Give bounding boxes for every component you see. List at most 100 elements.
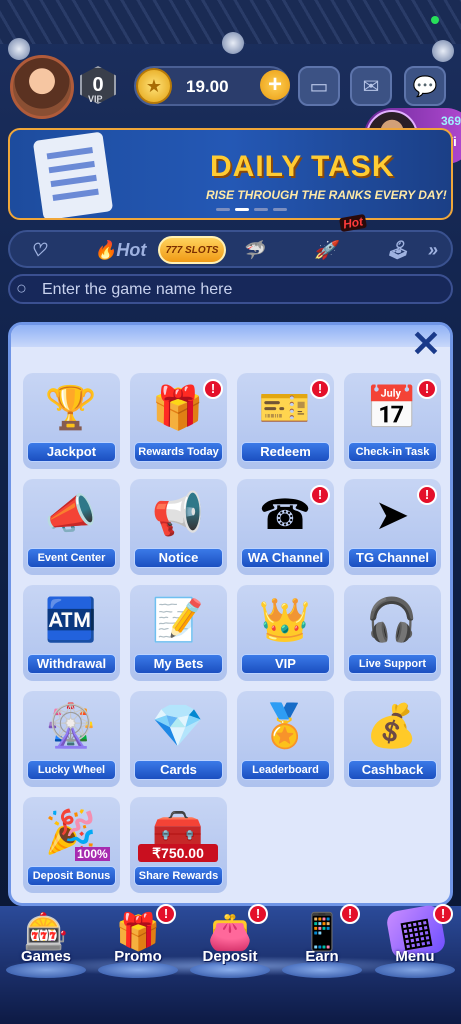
menu-tile-label: My Bets xyxy=(134,654,223,674)
menu-tile-check-in-task[interactable]: 📅 Check-in Task! xyxy=(344,373,441,469)
lucky-wheel-icon: 🎡 xyxy=(44,701,98,749)
menu-tile-label: Live Support xyxy=(348,654,437,674)
nav-earn[interactable]: 📱 Earn! xyxy=(276,904,368,984)
balance-pill: ★ 19.00 + xyxy=(134,66,290,106)
menu-tile-label: Redeem xyxy=(241,442,330,462)
ticket-icon: 🎫 xyxy=(258,383,312,431)
spotlight-icon xyxy=(8,38,30,60)
double-chevron-right-icon: » xyxy=(428,239,439,260)
search-icon: ○ xyxy=(16,278,27,298)
menu-tile-jackpot[interactable]: 🏆 Jackpot xyxy=(23,373,120,469)
menu-tile-label: WA Channel xyxy=(241,548,330,568)
menu-tile-label: Check-in Task xyxy=(348,442,437,462)
notification-badge: ! xyxy=(203,379,223,399)
bonus-percent: 100% xyxy=(75,847,110,861)
carousel-dot[interactable] xyxy=(254,208,268,211)
nav-label: Earn xyxy=(305,948,339,965)
wallet-button[interactable]: ▭ xyxy=(298,66,340,106)
calendar-check-icon: 📅 xyxy=(365,383,419,431)
cashback-icon: 💰 xyxy=(365,701,419,749)
podium-crown-icon: 🏅 xyxy=(258,701,312,749)
modal-header xyxy=(11,325,450,347)
tab-sports[interactable]: 🕹 xyxy=(386,236,409,264)
notice-megaphone-icon: 📢 xyxy=(151,489,205,537)
nav-label: Deposit xyxy=(202,948,258,965)
notification-badge: ! xyxy=(310,379,330,399)
notification-badge: ! xyxy=(310,485,330,505)
atm-icon: 🏧 xyxy=(44,595,98,643)
support-agent-icon: 🎧 xyxy=(365,595,419,643)
notification-badge: ! xyxy=(433,904,453,924)
menu-tile-wa-channel[interactable]: ☎ WA Channel! xyxy=(237,479,334,575)
daily-task-banner[interactable]: DAILY TASK RISE THROUGH THE RANKS EVERY … xyxy=(8,128,453,220)
chat-button[interactable]: 💬 xyxy=(404,66,446,106)
carousel-dot[interactable] xyxy=(273,208,287,211)
winner-amount: 369 xyxy=(441,114,461,128)
mail-button[interactable]: ✉ xyxy=(350,66,392,106)
menu-tile-label: VIP xyxy=(241,654,330,674)
menu-tile-event-center[interactable]: 📣 Event Center xyxy=(23,479,120,575)
category-tabs: ♡ 🔥 Hot 777 SLOTS 🦈 🚀 🕹 » xyxy=(8,230,453,268)
checklist-icon xyxy=(32,131,114,218)
flame-icon: 🔥 xyxy=(94,239,117,260)
menu-tile-my-bets[interactable]: 📝 My Bets xyxy=(130,585,227,681)
diamond-card-icon: 💎 xyxy=(151,701,205,749)
nav-label: Promo xyxy=(114,948,162,965)
status-dot xyxy=(431,16,439,24)
wallet-icon: ▭ xyxy=(309,75,329,98)
menu-tile-redeem[interactable]: 🎫 Redeem! xyxy=(237,373,334,469)
menu-tile-label: Event Center xyxy=(27,548,116,568)
menu-tile-tg-channel[interactable]: ➤ TG Channel! xyxy=(344,479,441,575)
megaphone-icon: 📣 xyxy=(44,489,98,537)
menu-tile-cashback[interactable]: 💰 Cashback xyxy=(344,691,441,787)
menu-modal: ✕ 🏆 Jackpot 🎁 Rewards Today! 🎫 Redeem! 📅 Check-… xyxy=(8,322,453,906)
nav-promo[interactable]: 🎁 Promo! xyxy=(92,904,184,984)
menu-tile-withdrawal[interactable]: 🏧 Withdrawal xyxy=(23,585,120,681)
spotlight-icon xyxy=(432,40,454,62)
nav-deposit[interactable]: 👛 Deposit! xyxy=(184,904,276,984)
gift-box-icon: 🎁 xyxy=(151,383,205,431)
share-reward-amount: ₹750.00 xyxy=(138,844,218,862)
search-input[interactable] xyxy=(42,279,442,301)
vip-label: VIP xyxy=(88,94,103,104)
menu-tile-notice[interactable]: 📢 Notice xyxy=(130,479,227,575)
user-avatar[interactable] xyxy=(10,55,74,119)
trophy-icon: 🏆 xyxy=(44,383,98,431)
menu-tile-lucky-wheel[interactable]: 🎡 Lucky Wheel xyxy=(23,691,120,787)
crown-throne-icon: 👑 xyxy=(258,595,312,643)
menu-tile-label: Share Rewards xyxy=(134,866,223,886)
close-button[interactable]: ✕ xyxy=(410,326,442,362)
menu-tile-share-rewards[interactable]: 🧰 ₹750.00 Share Rewards xyxy=(130,797,227,893)
tab-hot[interactable]: 🔥 Hot xyxy=(94,236,146,264)
vip-level-badge[interactable]: 0 VIP xyxy=(80,66,120,110)
notification-badge: ! xyxy=(156,904,176,924)
menu-tile-vip[interactable]: 👑 VIP xyxy=(237,585,334,681)
tab-fishing[interactable]: 🦈 xyxy=(242,236,264,264)
bottom-nav: 🎰 Games 🎁 Promo! 👛 Deposit! 📱 Earn! ▦ Menu! xyxy=(0,903,461,1024)
carousel-dot-active[interactable] xyxy=(235,208,249,211)
search-bar: ○ xyxy=(8,274,453,304)
menu-tile-label: Jackpot xyxy=(27,442,116,462)
joystick-icon: 🕹 xyxy=(386,239,409,260)
notification-badge: ! xyxy=(417,485,437,505)
add-funds-button[interactable]: + xyxy=(260,70,290,100)
carousel-dot[interactable] xyxy=(216,208,230,211)
tab-favorites[interactable]: ♡ xyxy=(30,236,46,264)
tab-slots[interactable]: 777 SLOTS xyxy=(158,236,226,264)
menu-tile-label: Cashback xyxy=(348,760,437,780)
menu-tile-deposit-bonus[interactable]: 🎉 100% Deposit Bonus xyxy=(23,797,120,893)
menu-tile-live-support[interactable]: 🎧 Live Support xyxy=(344,585,441,681)
menu-tile-label: Rewards Today xyxy=(134,442,223,462)
tabs-scroll-right[interactable]: » xyxy=(428,236,438,264)
menu-tile-leaderboard[interactable]: 🏅 Leaderboard xyxy=(237,691,334,787)
menu-tile-label: Leaderboard xyxy=(241,760,330,780)
menu-tile-cards[interactable]: 💎 Cards xyxy=(130,691,227,787)
banner-title: DAILY TASK xyxy=(210,150,395,183)
banner-subtitle: RISE THROUGH THE RANKS EVERY DAY! xyxy=(206,188,447,202)
tab-crash[interactable]: 🚀 xyxy=(314,236,336,264)
chat-bubble-icon: 💬 xyxy=(412,75,438,98)
nav-games[interactable]: 🎰 Games xyxy=(0,908,92,984)
nav-menu[interactable]: ▦ Menu! xyxy=(369,903,461,984)
balance-amount: 19.00 xyxy=(186,77,229,96)
menu-tile-rewards-today[interactable]: 🎁 Rewards Today! xyxy=(130,373,227,469)
